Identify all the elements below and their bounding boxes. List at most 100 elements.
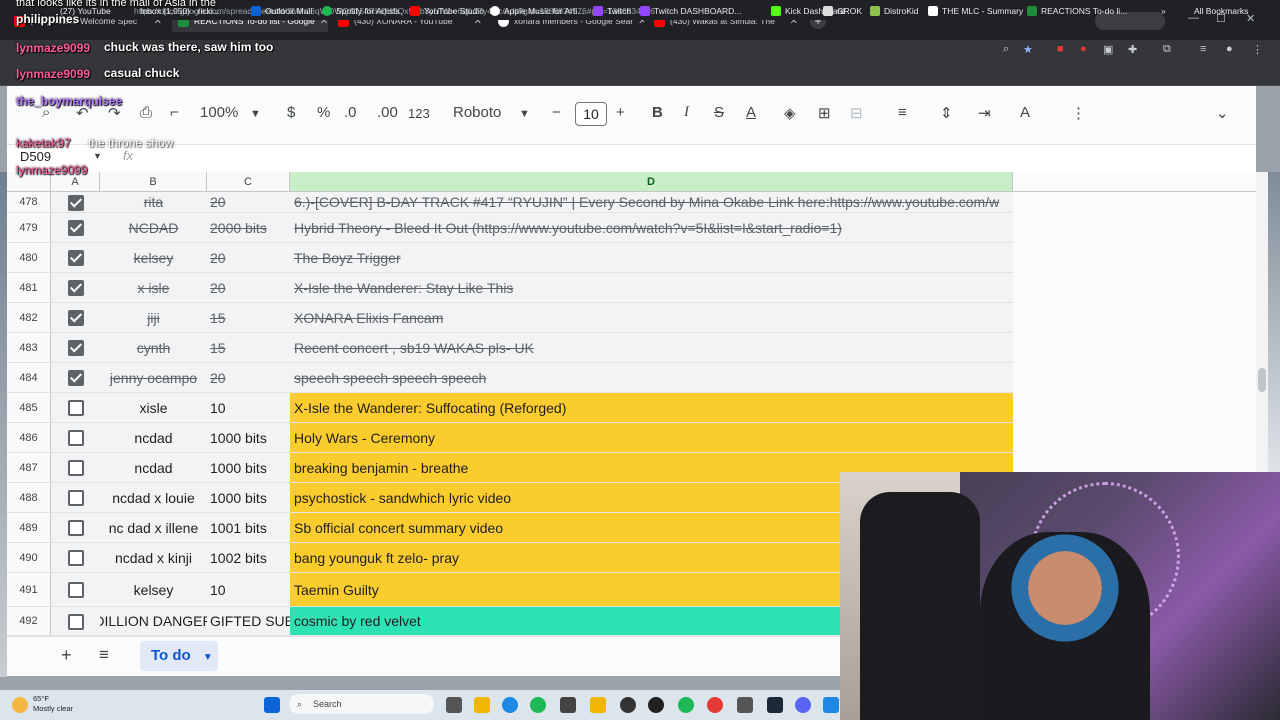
app-icon[interactable]	[530, 697, 546, 713]
cell-requester[interactable]: NCDAD	[100, 213, 207, 242]
bookmark-youtube-studio[interactable]: YouTube Studio	[410, 6, 484, 16]
bookmark-twitch-dashboard[interactable]: Twitch DASHBOARD...	[640, 6, 741, 16]
cell-request[interactable]: 6.)-[COVER] B-DAY TRACK #417 “RYUJIN” | …	[290, 192, 1013, 212]
chevron-down-icon[interactable]: ▼	[93, 151, 102, 161]
cell-amount[interactable]: 20	[210, 363, 290, 392]
cell-requester[interactable]: rita	[100, 192, 207, 212]
row-checkbox[interactable]	[68, 280, 84, 296]
chevron-down-icon[interactable]: ▼	[203, 652, 213, 663]
print-icon[interactable]: ⎙	[140, 104, 152, 121]
cell-request[interactable]: X-Isle the Wanderer: Suffocating (Reforg…	[290, 393, 1013, 422]
app-icon[interactable]	[737, 697, 753, 713]
extensions-puzzle-icon[interactable]: ✚	[1128, 43, 1137, 56]
extension-icon[interactable]: ▣	[1103, 43, 1113, 56]
more-options-icon[interactable]: ⋮	[1071, 104, 1086, 122]
bookmark-mlc[interactable]: THE MLC - Summary	[928, 6, 1023, 16]
cell-request[interactable]: Recent concert , sb19 WAKAS pls- UK	[290, 333, 1013, 362]
align-horizontal-icon[interactable]: ≡	[898, 104, 907, 121]
currency-button[interactable]: $	[287, 104, 295, 121]
sheet-tab-to-do[interactable]: To do ▼	[140, 641, 218, 671]
extension-icon[interactable]: ■	[1057, 43, 1064, 55]
paint-format-icon[interactable]: ⌐	[170, 104, 179, 121]
row-number[interactable]: 481	[7, 273, 51, 303]
column-header-b[interactable]: B	[100, 172, 207, 192]
bookmark-twitch[interactable]: Twitch	[593, 6, 631, 16]
cell-amount[interactable]: 1001 bits	[210, 513, 290, 542]
discord-icon[interactable]	[795, 697, 811, 713]
cell-requester[interactable]: DILLION DANGER	[100, 607, 207, 635]
row-number[interactable]: 488	[7, 483, 51, 513]
cell-request[interactable]: Holy Wars - Ceremony	[290, 423, 1013, 452]
extension-icon[interactable]: ●	[1080, 43, 1087, 55]
row-checkbox[interactable]	[68, 370, 84, 386]
percent-button[interactable]: %	[317, 104, 330, 121]
bookmark-more[interactable]: »	[1161, 6, 1166, 16]
font-size-input[interactable]: 10	[575, 102, 607, 126]
increase-font-size-icon[interactable]: +	[616, 104, 625, 121]
taskbar-search[interactable]: ⌕ Search	[289, 694, 434, 714]
row-checkbox[interactable]	[68, 582, 84, 598]
cell-requester[interactable]: ncdad x louie	[100, 483, 207, 512]
row-checkbox[interactable]	[68, 400, 84, 416]
cell-requester[interactable]: jiji	[100, 303, 207, 332]
column-header-c[interactable]: C	[207, 172, 290, 192]
bookmark-star-icon[interactable]: ★	[1023, 43, 1033, 56]
row-checkbox[interactable]	[68, 430, 84, 446]
cell-request[interactable]: The Boyz Trigger	[290, 243, 1013, 272]
cell-amount[interactable]: 20	[210, 273, 290, 302]
row-checkbox[interactable]	[68, 220, 84, 236]
cell-requester[interactable]: kelsey	[100, 573, 207, 606]
menu-dots-icon[interactable]: ⋮	[1252, 43, 1263, 56]
scrollbar-thumb[interactable]	[1258, 368, 1266, 392]
cell-amount[interactable]: 20	[210, 192, 290, 212]
cell-requester[interactable]: jenny ocampo	[100, 363, 207, 392]
column-header-d[interactable]: D	[290, 172, 1013, 192]
media-icon[interactable]: ≡	[1200, 43, 1206, 55]
row-checkbox[interactable]	[68, 613, 84, 630]
row-number[interactable]: 482	[7, 303, 51, 333]
italic-button[interactable]: I	[684, 104, 689, 121]
decrease-decimal-button[interactable]: .0	[344, 104, 357, 121]
row-checkbox[interactable]	[68, 250, 84, 266]
row-number[interactable]: 489	[7, 513, 51, 543]
font-select[interactable]: Roboto	[453, 104, 501, 121]
text-wrap-icon[interactable]: ⇥	[978, 104, 991, 122]
cell-requester[interactable]: nc dad x illene	[100, 513, 207, 542]
bookmark-grok[interactable]: GROK	[823, 6, 862, 16]
row-number[interactable]: 492	[7, 607, 51, 636]
app-icon[interactable]	[560, 697, 576, 713]
cell-amount[interactable]: 10	[210, 393, 290, 422]
bookmark-outlook[interactable]: Outlook Mail	[251, 6, 312, 16]
row-number[interactable]: 478	[7, 192, 51, 213]
cell-request[interactable]: XONARA Elixis Fancam	[290, 303, 1013, 332]
cell-amount[interactable]: 1000 bits	[210, 423, 290, 452]
zoom-icon[interactable]: ⌕	[1003, 43, 1009, 56]
bookmark-spotify[interactable]: Spotify for Artists	[322, 6, 400, 16]
decrease-font-size-icon[interactable]: −	[552, 104, 561, 121]
text-rotation-icon[interactable]: A	[1020, 104, 1030, 121]
cell-amount[interactable]: GIFTED SUB	[210, 607, 290, 635]
increase-decimal-button[interactable]: .00	[377, 104, 398, 121]
cell-request[interactable]: speech speech speech speech	[290, 363, 1013, 392]
bookmark-distrokid[interactable]: DistroKid	[870, 6, 918, 16]
cell-requester[interactable]: ncdad	[100, 423, 207, 452]
cell-requester[interactable]: xisle	[100, 393, 207, 422]
weather-icon[interactable]	[12, 697, 28, 713]
app-icon[interactable]	[620, 697, 636, 713]
cell-amount[interactable]: 20	[210, 243, 290, 272]
task-view-icon[interactable]	[446, 697, 462, 713]
cell-amount[interactable]: 15	[210, 303, 290, 332]
bookmark-apple-music[interactable]: Apple Music for Arti...	[490, 6, 584, 16]
row-number[interactable]: 490	[7, 543, 51, 573]
spotify-icon[interactable]	[678, 697, 694, 713]
chrome-icon[interactable]	[707, 697, 723, 713]
row-number[interactable]: 479	[7, 213, 51, 243]
align-vertical-icon[interactable]: ⇕	[940, 104, 953, 122]
cell-amount[interactable]: 2000 bits	[210, 213, 290, 242]
cast-icon[interactable]: ⧉	[1163, 43, 1171, 56]
borders-icon[interactable]: ⊞	[818, 104, 831, 122]
all-sheets-icon[interactable]: ≡	[99, 645, 109, 665]
row-checkbox[interactable]	[68, 490, 84, 506]
cell-requester[interactable]: kelsey	[100, 243, 207, 272]
row-number[interactable]: 480	[7, 243, 51, 273]
